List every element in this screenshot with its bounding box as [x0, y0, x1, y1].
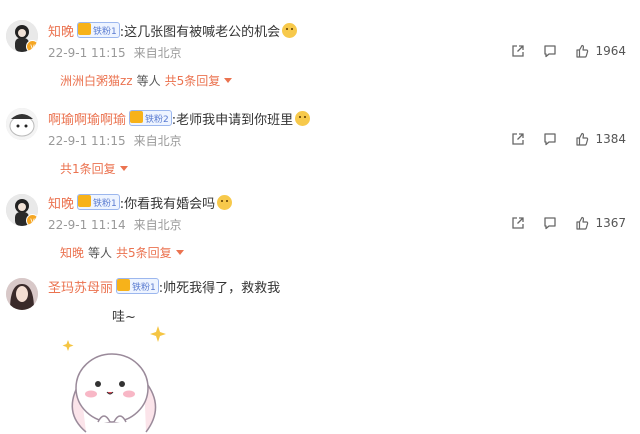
comment-meta: 22-9-1 11:15 来自北京 — [48, 132, 182, 149]
share-icon[interactable] — [511, 44, 525, 58]
reply-suffix: 等人 — [136, 74, 161, 88]
comment-meta: 22-9-1 11:15 来自北京 — [48, 44, 182, 61]
reply-count[interactable]: 共5条回复 — [116, 244, 172, 261]
chevron-down-icon[interactable] — [119, 166, 128, 171]
avatar[interactable] — [6, 108, 38, 140]
like-icon[interactable] — [575, 132, 589, 146]
comment-meta: 22-9-1 11:14 来自北京 — [48, 216, 182, 233]
username[interactable]: 圣玛苏母丽 — [48, 277, 113, 296]
comment-icon[interactable] — [543, 216, 557, 230]
verified-icon: v — [26, 214, 38, 226]
fan-badge: 铁粉2 — [129, 110, 172, 126]
chevron-down-icon[interactable] — [224, 78, 233, 83]
fan-badge: 铁粉1 — [77, 194, 120, 210]
username[interactable]: 知晚 — [48, 193, 74, 212]
verified-icon: v — [26, 40, 38, 52]
comment-source: 来自北京 — [133, 134, 182, 148]
avatar-image — [6, 108, 38, 140]
fan-badge: 铁粉1 — [77, 22, 120, 38]
comment-icon[interactable] — [543, 44, 557, 58]
comment-text: :帅死我得了，救救我 — [158, 280, 281, 296]
username[interactable]: 啊瑜啊瑜啊瑜 — [48, 109, 126, 128]
avatar[interactable] — [6, 278, 38, 310]
comment-icon[interactable] — [543, 132, 557, 146]
avatar-image — [6, 278, 38, 310]
share-icon[interactable] — [511, 132, 525, 146]
comment-date: 22-9-1 11:15 — [48, 134, 126, 148]
reply-suffix: 等人 — [88, 246, 113, 260]
comment-text: :这几张图有被喊老公的机会 — [119, 24, 281, 40]
comment-date: 22-9-1 11:15 — [48, 46, 126, 60]
share-icon[interactable] — [511, 216, 525, 230]
reply-summary[interactable]: 知晚 等人 共5条回复 — [60, 244, 184, 261]
bunny-sticker-image — [62, 326, 166, 433]
avatar[interactable]: v — [6, 20, 38, 52]
comment-date: 22-9-1 11:14 — [48, 218, 126, 232]
crown-icon — [78, 23, 92, 35]
fan-badge: 铁粉1 — [116, 278, 159, 294]
reply-summary[interactable]: 洲洲白粥猫zz 等人 共5条回复 — [60, 72, 233, 89]
like-icon[interactable] — [575, 216, 589, 230]
comment-text: :你看我有婚会吗 — [119, 196, 216, 212]
like-count: 1384 — [595, 132, 626, 146]
crown-icon — [117, 279, 131, 291]
chevron-down-icon[interactable] — [175, 250, 184, 255]
comment-text: :老师我申请到你班里 — [171, 112, 294, 128]
comment-source: 来自北京 — [133, 46, 182, 60]
like-count: 1367 — [595, 216, 626, 230]
like-count: 1964 — [595, 44, 626, 58]
crown-icon — [78, 195, 92, 207]
comment-source: 来自北京 — [133, 218, 182, 232]
like-icon[interactable] — [575, 44, 589, 58]
emoji-icon — [217, 194, 233, 210]
reply-names[interactable]: 知晚 — [60, 244, 84, 261]
reply-count[interactable]: 共5条回复 — [165, 72, 221, 89]
username[interactable]: 知晚 — [48, 21, 74, 40]
reply-count[interactable]: 共1条回复 — [60, 160, 116, 177]
avatar[interactable]: v — [6, 194, 38, 226]
emoji-icon — [295, 110, 311, 126]
crown-icon — [130, 111, 144, 123]
emoji-icon — [282, 22, 298, 38]
reply-names[interactable]: 洲洲白粥猫zz — [60, 72, 133, 89]
reply-summary[interactable]: 共1条回复 — [60, 160, 128, 177]
